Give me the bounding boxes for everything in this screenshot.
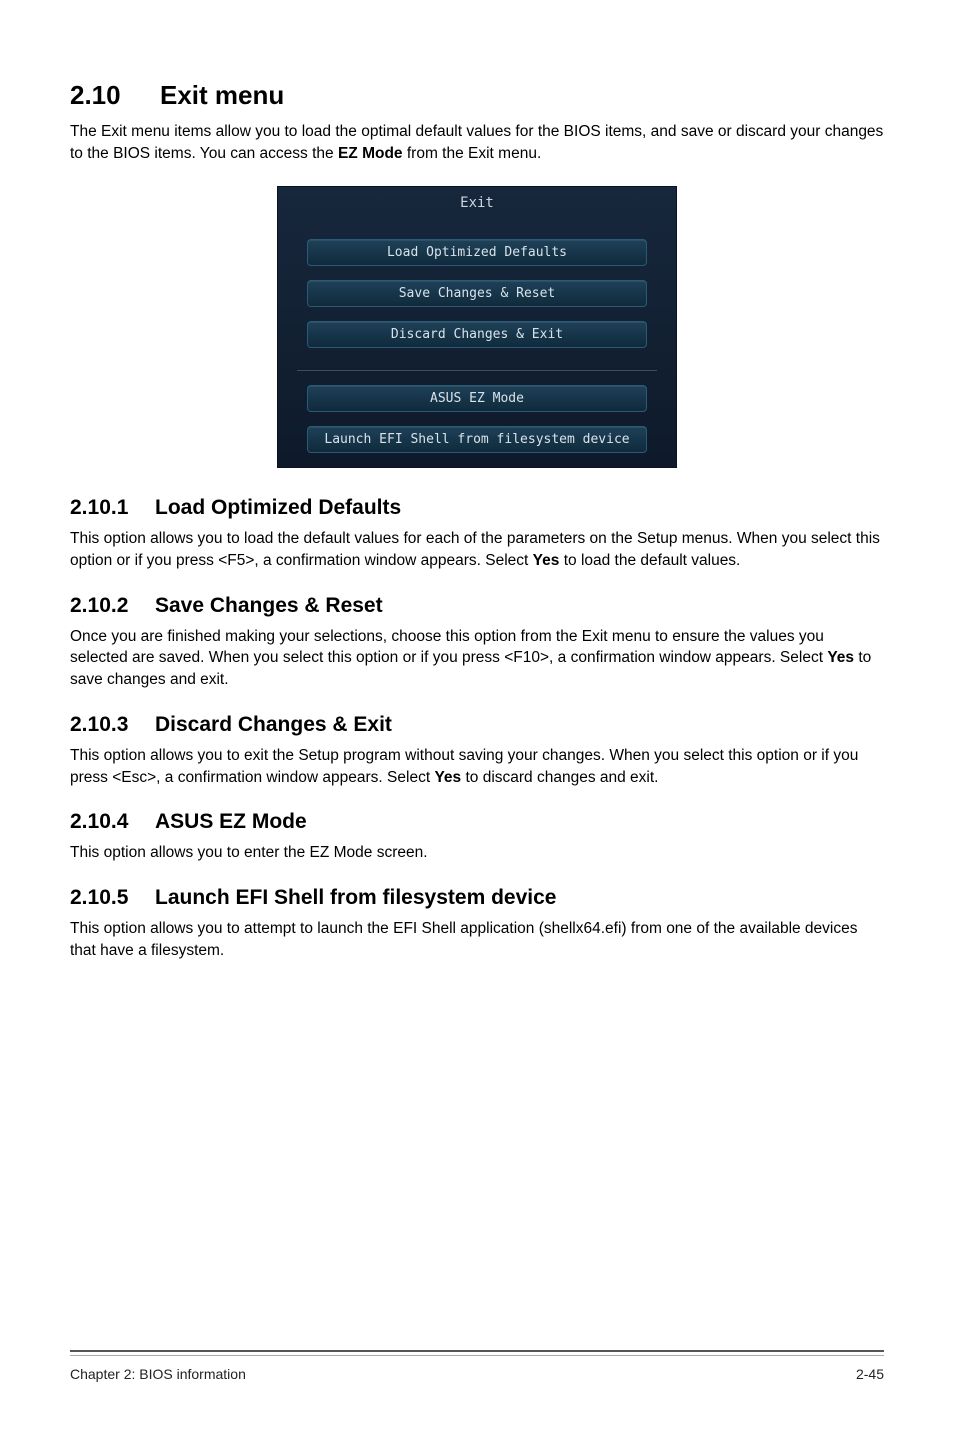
section-4-title: ASUS EZ Mode <box>155 810 307 834</box>
section-3-title: Discard Changes & Exit <box>155 713 392 737</box>
section-2-text-1: Once you are finished making your select… <box>70 628 827 667</box>
section-2-paragraph: Once you are finished making your select… <box>70 626 884 691</box>
section-5-paragraph: This option allows you to attempt to lau… <box>70 918 884 961</box>
asus-ez-mode-button[interactable]: ASUS EZ Mode <box>307 385 647 412</box>
section-5-title: Launch EFI Shell from filesystem device <box>155 886 556 910</box>
section-1-title: Load Optimized Defaults <box>155 496 401 520</box>
footer-chapter: Chapter 2: BIOS information <box>70 1366 246 1382</box>
section-2-title: Save Changes & Reset <box>155 594 383 618</box>
section-5-number: 2.10.5 <box>70 886 155 910</box>
footer-page-number: 2-45 <box>856 1366 884 1382</box>
save-changes-reset-button[interactable]: Save Changes & Reset <box>307 280 647 307</box>
section-heading-2: 2.10.2 Save Changes & Reset <box>70 594 884 618</box>
section-3-bold: Yes <box>434 769 461 786</box>
section-1-text-1: This option allows you to load the defau… <box>70 530 880 569</box>
bios-panel-title: Exit <box>278 187 676 225</box>
bios-exit-panel: Exit Load Optimized Defaults Save Change… <box>277 186 677 468</box>
section-4-number: 2.10.4 <box>70 810 155 834</box>
section-1-number: 2.10.1 <box>70 496 155 520</box>
main-heading-number: 2.10 <box>70 80 160 111</box>
section-1-paragraph: This option allows you to load the defau… <box>70 528 884 571</box>
section-2-bold: Yes <box>827 649 854 666</box>
section-3-text-2: to discard changes and exit. <box>461 769 658 786</box>
main-heading: 2.10 Exit menu <box>70 80 884 111</box>
launch-efi-shell-button[interactable]: Launch EFI Shell from filesystem device <box>307 426 647 453</box>
section-1-bold: Yes <box>533 552 560 569</box>
bios-divider <box>297 370 657 371</box>
section-heading-4: 2.10.4 ASUS EZ Mode <box>70 810 884 834</box>
section-3-paragraph: This option allows you to exit the Setup… <box>70 745 884 788</box>
section-4-paragraph: This option allows you to enter the EZ M… <box>70 842 884 864</box>
main-heading-title: Exit menu <box>160 80 284 111</box>
discard-changes-exit-button[interactable]: Discard Changes & Exit <box>307 321 647 348</box>
section-3-number: 2.10.3 <box>70 713 155 737</box>
section-heading-1: 2.10.1 Load Optimized Defaults <box>70 496 884 520</box>
intro-paragraph: The Exit menu items allow you to load th… <box>70 121 884 164</box>
section-heading-3: 2.10.3 Discard Changes & Exit <box>70 713 884 737</box>
section-1-text-2: to load the default values. <box>559 552 740 569</box>
section-2-number: 2.10.2 <box>70 594 155 618</box>
intro-text-2: from the Exit menu. <box>403 145 542 162</box>
intro-bold: EZ Mode <box>338 145 403 162</box>
page-footer: Chapter 2: BIOS information 2-45 <box>70 1350 884 1382</box>
section-heading-5: 2.10.5 Launch EFI Shell from filesystem … <box>70 886 884 910</box>
load-optimized-defaults-button[interactable]: Load Optimized Defaults <box>307 239 647 266</box>
